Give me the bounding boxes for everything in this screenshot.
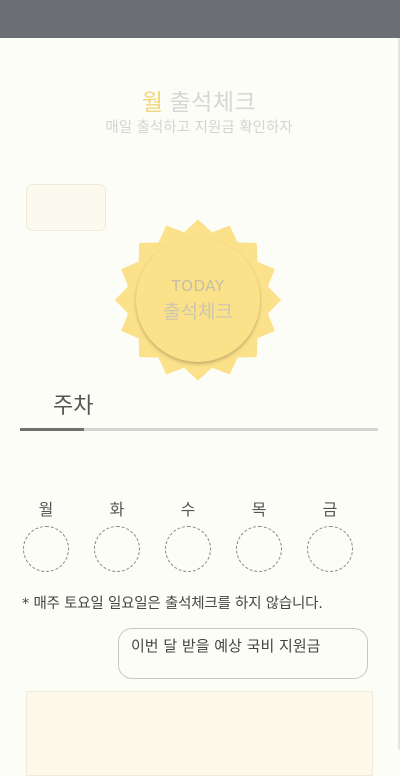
day-fri: 금 (305, 496, 355, 572)
week-progress-track (20, 428, 378, 431)
week-progress-fill (20, 428, 85, 431)
attendance-stamp-button[interactable]: TODAY 출석체크 (113, 218, 283, 383)
day-label: 화 (109, 500, 125, 519)
weekday-row: 월 화 수 목 금 (21, 496, 391, 576)
day-check-circle (307, 526, 353, 572)
status-bar (0, 0, 400, 38)
title-month: 월 (141, 90, 164, 116)
day-check-circle (23, 526, 69, 572)
stamp-today-text: TODAY (171, 277, 225, 295)
day-wed: 수 (163, 496, 213, 572)
day-tue: 화 (92, 496, 142, 572)
title-text: 출석체크 (169, 90, 257, 116)
day-label: 금 (322, 500, 338, 519)
subsidy-result-panel (26, 691, 373, 776)
day-check-circle (236, 526, 282, 572)
expected-subsidy-button[interactable]: 이번 달 받을 예상 국비 지원금 (118, 628, 368, 679)
day-label: 목 (251, 500, 267, 519)
week-label: 주차 (53, 394, 94, 419)
info-box (26, 184, 106, 231)
day-label: 수 (180, 500, 196, 519)
day-mon: 월 (21, 496, 71, 572)
day-check-circle (94, 526, 140, 572)
day-label: 월 (38, 500, 54, 519)
page-subtitle: 매일 출석하고 지원금 확인하자 (105, 120, 293, 136)
day-thu: 목 (234, 496, 284, 572)
day-check-circle (165, 526, 211, 572)
stamp-circle[interactable]: TODAY 출석체크 (136, 238, 260, 362)
page-title: 월 출석체크 (0, 83, 398, 117)
stamp-label: 출석체크 (163, 301, 233, 323)
weekend-notice: * 매주 토요일 일요일은 출석체크를 하지 않습니다. (22, 596, 323, 612)
attendance-page: 월 출석체크 매일 출석하고 지원금 확인하자 TODAY 출석체크 주차 월 화… (0, 38, 400, 776)
subsidy-button-label: 이번 달 받을 예상 국비 지원금 (131, 637, 321, 655)
